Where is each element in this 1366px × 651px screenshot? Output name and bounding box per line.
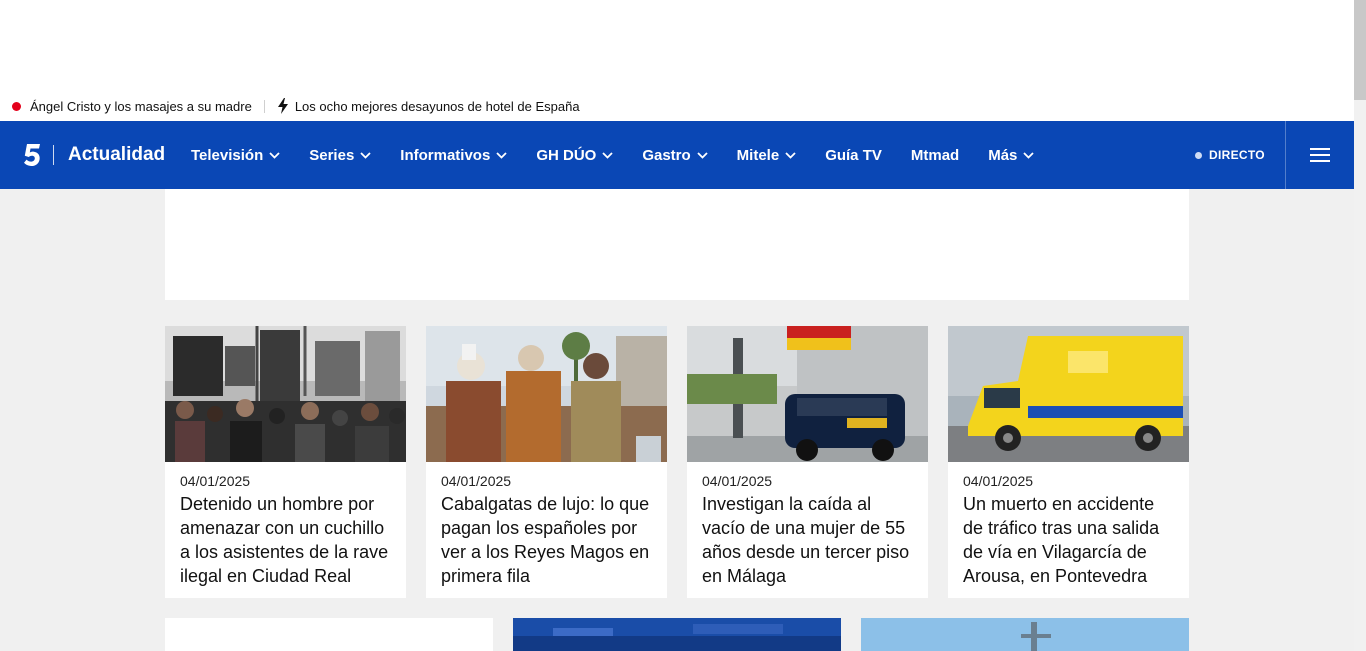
nav-item-label: Mitele xyxy=(736,146,780,164)
nav-item-label: GH DÚO xyxy=(536,146,597,164)
news-title[interactable]: Investigan la caída al vacío de una muje… xyxy=(702,492,917,588)
news-date: 04/01/2025 xyxy=(702,473,773,489)
news-card[interactable]: 04/01/2025 Investigan la caída al vacío … xyxy=(687,326,928,598)
main-navbar: Actualidad Televisión Series Informativo… xyxy=(0,121,1354,189)
nav-item-label: Televisión xyxy=(191,146,264,164)
nav-item-label: Series xyxy=(309,146,355,164)
nav-item-label: Mtmad xyxy=(910,146,960,164)
news-photo-reyes-magos xyxy=(426,326,667,462)
nav-item-mas[interactable]: Más xyxy=(988,146,1035,164)
news-date: 04/01/2025 xyxy=(963,473,1034,489)
section-brand[interactable]: Actualidad xyxy=(68,143,165,167)
nav-item-label: Informativos xyxy=(400,146,491,164)
news-photo-ambulance xyxy=(948,326,1189,462)
news-card[interactable]: 04/01/2025 Detenido un hombre por amenaz… xyxy=(165,326,406,598)
news-title[interactable]: Detenido un hombre por amenazar con un c… xyxy=(180,492,395,588)
nav-item-gastro[interactable]: Gastro xyxy=(642,146,708,164)
chevron-down-icon xyxy=(697,151,708,159)
nav-item-informativos[interactable]: Informativos xyxy=(400,147,507,164)
live-button[interactable]: DIRECTO xyxy=(1195,147,1265,163)
news-card[interactable]: 04/01/2025 Un muerto en accidente de trá… xyxy=(948,326,1189,598)
ticker-link-2[interactable]: Los ocho mejores desayunos de hotel de E… xyxy=(295,99,580,114)
nav-item-television[interactable]: Televisión xyxy=(191,147,280,164)
news-card[interactable]: 04/01/2025 Cabalgatas de lujo: lo que pa… xyxy=(426,326,667,598)
chevron-down-icon xyxy=(269,151,280,159)
nav-item-label: Más xyxy=(988,146,1018,164)
live-label: DIRECTO xyxy=(1209,148,1265,162)
red-dot-icon xyxy=(12,101,21,111)
news-card-partial[interactable] xyxy=(165,618,493,651)
chevron-down-icon xyxy=(496,151,507,159)
nav-item-label: Gastro xyxy=(642,146,691,164)
chevron-down-icon xyxy=(1023,151,1035,159)
news-photo-rave xyxy=(165,326,406,462)
chevron-down-icon xyxy=(785,151,796,159)
live-dot-icon xyxy=(1195,151,1202,159)
news-date: 04/01/2025 xyxy=(441,473,512,489)
trending-ticker: Ángel Cristo y los masajes a su madre Lo… xyxy=(12,97,580,115)
nav-menu: Televisión Series Informativos GH DÚO Ga… xyxy=(191,121,1063,189)
logo-divider xyxy=(53,145,54,165)
nav-item-mtmad[interactable]: Mtmad xyxy=(911,147,959,164)
navbar-divider xyxy=(1285,121,1286,189)
ticker-separator xyxy=(263,99,265,113)
news-title[interactable]: Un muerto en accidente de tráfico tras u… xyxy=(963,492,1178,588)
chevron-down-icon xyxy=(360,151,371,159)
ticker-link-1[interactable]: Ángel Cristo y los masajes a su madre xyxy=(30,99,252,114)
nav-item-series[interactable]: Series xyxy=(309,147,371,164)
ad-banner xyxy=(165,189,1189,300)
scrollbar-thumb[interactable] xyxy=(1354,0,1366,100)
telecinco-5-logo-icon[interactable] xyxy=(23,143,41,167)
hamburger-menu-icon[interactable] xyxy=(1310,146,1330,164)
news-photo-partial-blue[interactable] xyxy=(513,618,841,651)
nav-item-mitele[interactable]: Mitele xyxy=(737,147,797,164)
news-date: 04/01/2025 xyxy=(180,473,251,489)
news-title[interactable]: Cabalgatas de lujo: lo que pagan los esp… xyxy=(441,492,656,588)
lightning-bolt-icon xyxy=(277,98,288,114)
news-photo-police-car xyxy=(687,326,928,462)
chevron-down-icon xyxy=(602,151,613,159)
nav-item-guia-tv[interactable]: Guía TV xyxy=(825,147,882,164)
page-scrollbar[interactable] xyxy=(1354,0,1366,651)
nav-item-gh-duo[interactable]: GH DÚO xyxy=(536,147,613,164)
nav-item-label: Guía TV xyxy=(825,146,882,164)
news-photo-partial-sky[interactable] xyxy=(861,618,1189,651)
